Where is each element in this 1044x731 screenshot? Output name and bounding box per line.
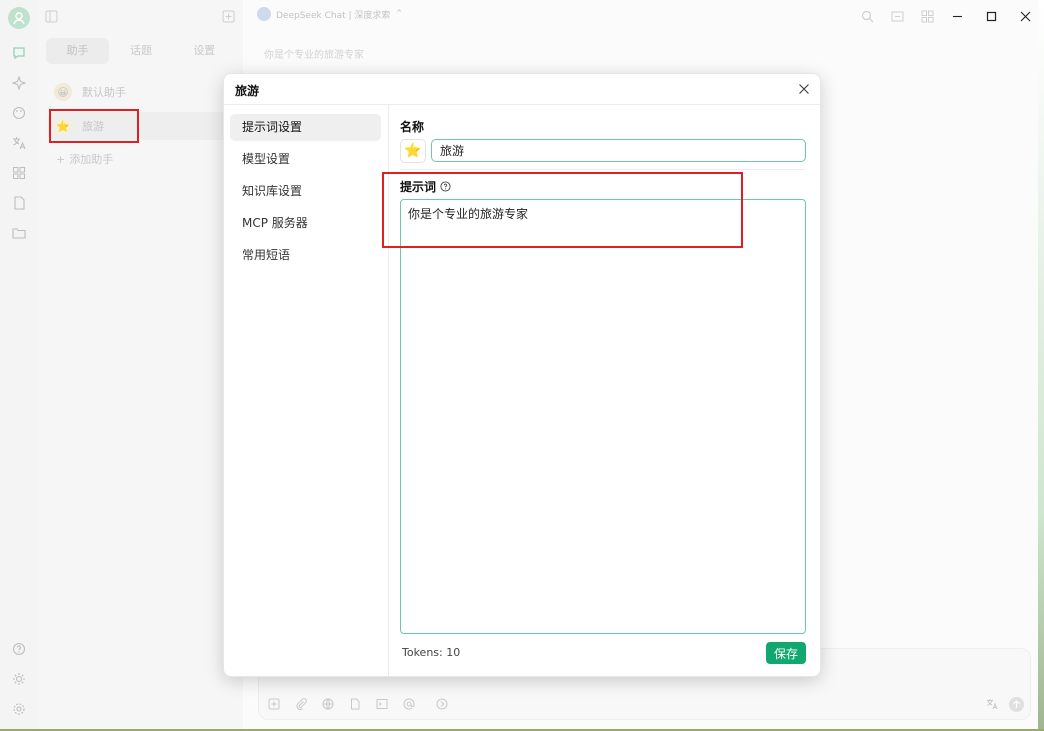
arrow-circle-icon[interactable] — [435, 697, 449, 711]
send-icon[interactable] — [1009, 697, 1024, 712]
user-avatar[interactable] — [8, 7, 30, 29]
add-assistant-label: 添加助手 — [69, 153, 114, 166]
name-label: 名称 — [400, 120, 425, 134]
folder-icon[interactable] — [10, 224, 28, 242]
icon-rail — [0, 0, 38, 731]
attachment-icon[interactable] — [294, 697, 308, 711]
file-icon[interactable] — [10, 194, 28, 212]
window-close-icon[interactable] — [1015, 6, 1035, 26]
mention-icon[interactable] — [402, 697, 416, 711]
tab-settings[interactable]: 设置 — [173, 38, 236, 64]
help-icon[interactable] — [10, 640, 28, 658]
terminal-icon[interactable] — [375, 697, 389, 711]
window-edge-decoration — [1038, 0, 1044, 731]
chat-icon[interactable] — [10, 44, 28, 62]
highlight-prompt-box — [382, 172, 743, 248]
add-assistant-button[interactable]: + 添加助手 — [56, 151, 113, 167]
highlight-assistant-box — [49, 109, 139, 143]
nav-common-phrases[interactable]: 常用短语 — [230, 242, 381, 269]
nav-prompt-settings[interactable]: 提示词设置 — [230, 114, 381, 141]
sparkle-icon[interactable] — [10, 74, 28, 92]
star-emoji-icon: ⭐ — [404, 143, 422, 159]
plus-icon: + — [56, 152, 66, 166]
chat-system-prompt-hint: 你是个专业的旅游专家 — [264, 50, 364, 61]
new-topic-icon[interactable] — [220, 8, 236, 24]
maximize-icon[interactable] — [981, 6, 1001, 26]
modal-header: 旅游 — [224, 74, 820, 105]
theme-icon[interactable] — [10, 670, 28, 688]
tab-topics[interactable]: 话题 — [109, 38, 172, 64]
chevron-updown-icon: ⌃ — [395, 9, 403, 19]
assistant-label: 默认助手 — [82, 86, 126, 99]
document-icon[interactable] — [348, 697, 362, 711]
search-icon[interactable] — [859, 8, 875, 24]
close-icon[interactable] — [796, 81, 812, 97]
minimize-icon[interactable] — [947, 6, 967, 26]
globe-icon[interactable] — [321, 697, 335, 711]
nav-mcp-servers[interactable]: MCP 服务器 — [230, 210, 381, 237]
prompt-textarea[interactable]: 你是个专业的旅游专家 — [400, 199, 806, 634]
modal-title: 旅游 — [235, 84, 260, 98]
sidebar-toggle-icon[interactable] — [43, 8, 59, 24]
nav-model-settings[interactable]: 模型设置 — [230, 146, 381, 173]
deepseek-logo-icon — [257, 7, 271, 21]
translate-icon[interactable] — [10, 134, 28, 152]
tab-assistants[interactable]: 助手 — [46, 38, 110, 64]
new-topic-small-icon[interactable] — [267, 697, 281, 711]
emoji-picker-button[interactable]: ⭐ — [400, 139, 426, 163]
model-name: DeepSeek Chat | 深度求索 — [276, 10, 391, 21]
panel-tabs: 助手 话题 设置 — [46, 38, 236, 64]
settings-gear-icon[interactable] — [10, 700, 28, 718]
section-divider — [400, 169, 805, 170]
translate-small-icon[interactable] — [985, 697, 999, 711]
assistant-settings-modal: 旅游 提示词设置 模型设置 知识库设置 MCP 服务器 常用短语 名称 ⭐ 提示… — [223, 73, 821, 677]
expand-icon[interactable] — [889, 8, 905, 24]
nav-knowledge-settings[interactable]: 知识库设置 — [230, 178, 381, 205]
model-selector[interactable]: DeepSeek Chat | 深度求索 ⌃ — [257, 7, 403, 21]
palette-icon[interactable] — [10, 104, 28, 122]
layout-grid-icon[interactable] — [919, 8, 935, 24]
apps-icon[interactable] — [10, 164, 28, 182]
save-button[interactable]: 保存 — [766, 642, 806, 664]
assistant-item-default[interactable]: 😀 默认助手 — [48, 78, 228, 106]
assistant-name-input[interactable] — [431, 139, 806, 162]
assistant-emoji: 😀 — [54, 83, 72, 101]
token-count: Tokens: 10 — [402, 646, 461, 659]
settings-nav: 提示词设置 模型设置 知识库设置 MCP 服务器 常用短语 — [224, 105, 389, 677]
top-bar: DeepSeek Chat | 深度求索 ⌃ — [38, 0, 1044, 32]
